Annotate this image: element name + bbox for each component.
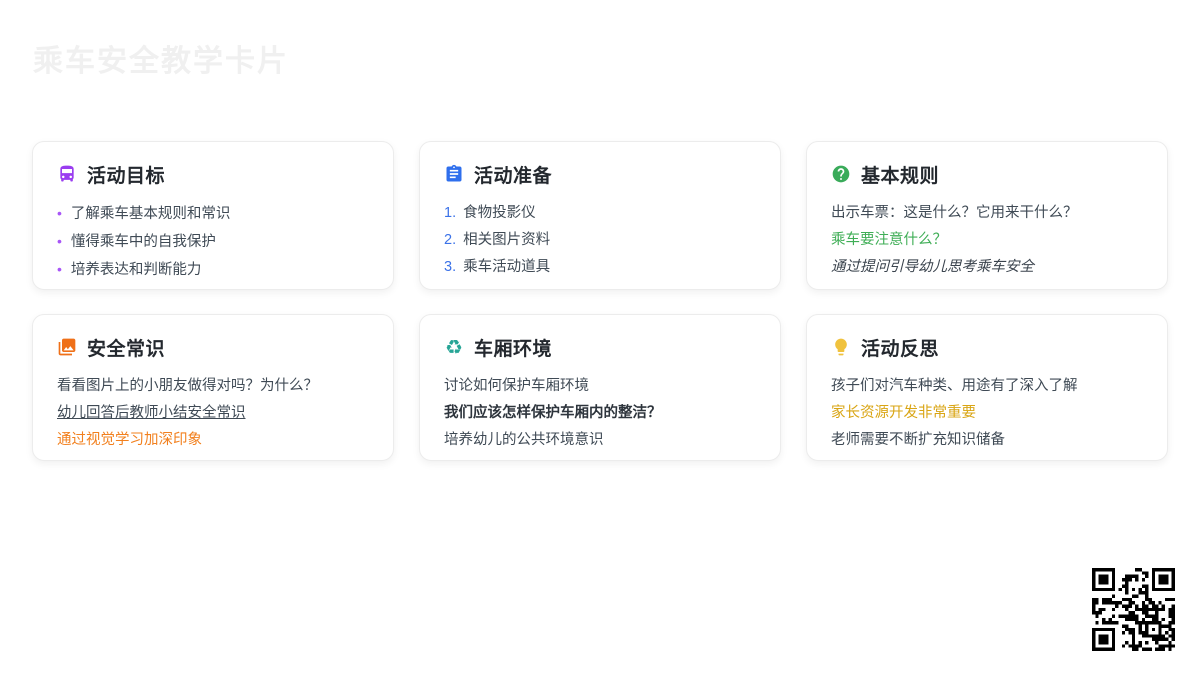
card-activity-goals: 活动目标 • 了解乘车基本规则和常识 • 懂得乘车中的自我保护 • 培养表达和判断能力: [32, 141, 394, 290]
list-item: 通过提问引导幼儿思考乘车安全: [831, 254, 1143, 281]
card-body: 1. 食物投影仪 2. 相关图片资料 3. 乘车活动道具: [444, 200, 756, 281]
list-item: • 培养表达和判断能力: [57, 256, 369, 284]
list-item: 家长资源开发非常重要: [831, 400, 1143, 427]
item-text: 孩子们对汽车种类、用途有了深入了解: [831, 378, 1078, 394]
list-item: 3. 乘车活动道具: [444, 254, 756, 281]
recycle-icon: ♻: [445, 335, 463, 359]
card-body: • 了解乘车基本规则和常识 • 懂得乘车中的自我保护 • 培养表达和判断能力: [57, 200, 369, 284]
card-title: 活动反思: [861, 338, 940, 360]
card-title: 基本规则: [861, 165, 940, 187]
item-text: 看看图片上的小朋友做得对吗？为什么？: [57, 378, 318, 394]
card-title: 车厢环境: [474, 338, 553, 360]
bullet-dot: •: [57, 233, 62, 249]
qr-code-image: [1092, 568, 1175, 651]
item-text: 乘车活动道具: [463, 259, 551, 275]
item-text: 讨论如何保护车厢环境: [444, 378, 589, 394]
item-text: 乘车要注意什么？: [831, 232, 947, 248]
item-text: 了解乘车基本规则和常识: [70, 206, 231, 222]
list-item: 孩子们对汽车种类、用途有了深入了解: [831, 373, 1143, 400]
item-text: 食物投影仪: [463, 205, 536, 221]
item-text: 家长资源开发非常重要: [831, 405, 976, 421]
lightbulb-icon: [831, 337, 851, 357]
item-text: 幼儿回答后教师小结安全常识: [57, 405, 246, 421]
list-item: • 了解乘车基本规则和常识: [57, 200, 369, 228]
list-item: 乘车要注意什么？: [831, 227, 1143, 254]
card-body: 出示车票：这是什么？它用来干什么？ 乘车要注意什么？ 通过提问引导幼儿思考乘车安…: [831, 200, 1143, 281]
list-item: 出示车票：这是什么？它用来干什么？: [831, 200, 1143, 227]
item-text: 培养表达和判断能力: [70, 262, 202, 278]
list-item: 讨论如何保护车厢环境: [444, 373, 756, 400]
item-text: 通过提问引导幼儿思考乘车安全: [831, 259, 1034, 275]
item-text: 通过视觉学习加深印象: [57, 432, 202, 448]
card-header: 活动反思: [831, 334, 1143, 360]
bullet-dot: •: [57, 205, 62, 221]
item-number: 2.: [444, 232, 457, 248]
item-text: 我们应该怎样保护车厢内的整洁？: [444, 405, 662, 421]
card-title: 活动准备: [474, 165, 553, 187]
card-activity-reflection: 活动反思 孩子们对汽车种类、用途有了深入了解 家长资源开发非常重要 老师需要不断…: [806, 314, 1168, 461]
card-safety-knowledge: 安全常识 看看图片上的小朋友做得对吗？为什么？ 幼儿回答后教师小结安全常识 通过…: [32, 314, 394, 461]
item-text: 老师需要不断扩充知识储备: [831, 432, 1005, 448]
item-text: 出示车票：这是什么？它用来干什么？: [831, 205, 1078, 221]
list-item: 我们应该怎样保护车厢内的整洁？: [444, 400, 756, 427]
list-item: 通过视觉学习加深印象: [57, 427, 369, 454]
list-item: • 懂得乘车中的自我保护: [57, 228, 369, 256]
card-header: 基本规则: [831, 161, 1143, 187]
images-icon: [57, 337, 77, 357]
card-body: 看看图片上的小朋友做得对吗？为什么？ 幼儿回答后教师小结安全常识 通过视觉学习加…: [57, 373, 369, 454]
card-activity-preparation: 活动准备 1. 食物投影仪 2. 相关图片资料 3. 乘车活动道具: [419, 141, 781, 290]
list-item: 看看图片上的小朋友做得对吗？为什么？: [57, 373, 369, 400]
card-carriage-environment: ♻ 车厢环境 讨论如何保护车厢环境 我们应该怎样保护车厢内的整洁？ 培养幼儿的公…: [419, 314, 781, 461]
item-text: 相关图片资料: [463, 232, 551, 248]
list-item: 老师需要不断扩充知识储备: [831, 427, 1143, 454]
list-item: 2. 相关图片资料: [444, 227, 756, 254]
list-item: 幼儿回答后教师小结安全常识: [57, 400, 369, 427]
card-body: 孩子们对汽车种类、用途有了深入了解 家长资源开发非常重要 老师需要不断扩充知识储…: [831, 373, 1143, 454]
question-circle-icon: [831, 164, 851, 184]
page-title: 乘车安全教学卡片: [33, 45, 289, 78]
item-number: 1.: [444, 205, 457, 221]
bullet-dot: •: [57, 261, 62, 277]
item-text: 懂得乘车中的自我保护: [70, 234, 216, 250]
list-item: 1. 食物投影仪: [444, 200, 756, 227]
card-header: 活动准备: [444, 161, 756, 187]
item-number: 3.: [444, 259, 457, 275]
card-grid: 活动目标 • 了解乘车基本规则和常识 • 懂得乘车中的自我保护 • 培养表达和判断能力…: [32, 141, 1168, 461]
card-body: 讨论如何保护车厢环境 我们应该怎样保护车厢内的整洁？ 培养幼儿的公共环境意识: [444, 373, 756, 454]
item-text: 培养幼儿的公共环境意识: [444, 432, 604, 448]
card-title: 活动目标: [87, 165, 166, 187]
bus-icon: [57, 164, 77, 184]
clipboard-icon: [444, 164, 464, 184]
card-basic-rules: 基本规则 出示车票：这是什么？它用来干什么？ 乘车要注意什么？ 通过提问引导幼儿…: [806, 141, 1168, 290]
card-header: ♻ 车厢环境: [444, 334, 756, 360]
card-title: 安全常识: [87, 338, 166, 360]
list-item: 培养幼儿的公共环境意识: [444, 427, 756, 454]
card-header: 安全常识: [57, 334, 369, 360]
card-header: 活动目标: [57, 161, 369, 187]
